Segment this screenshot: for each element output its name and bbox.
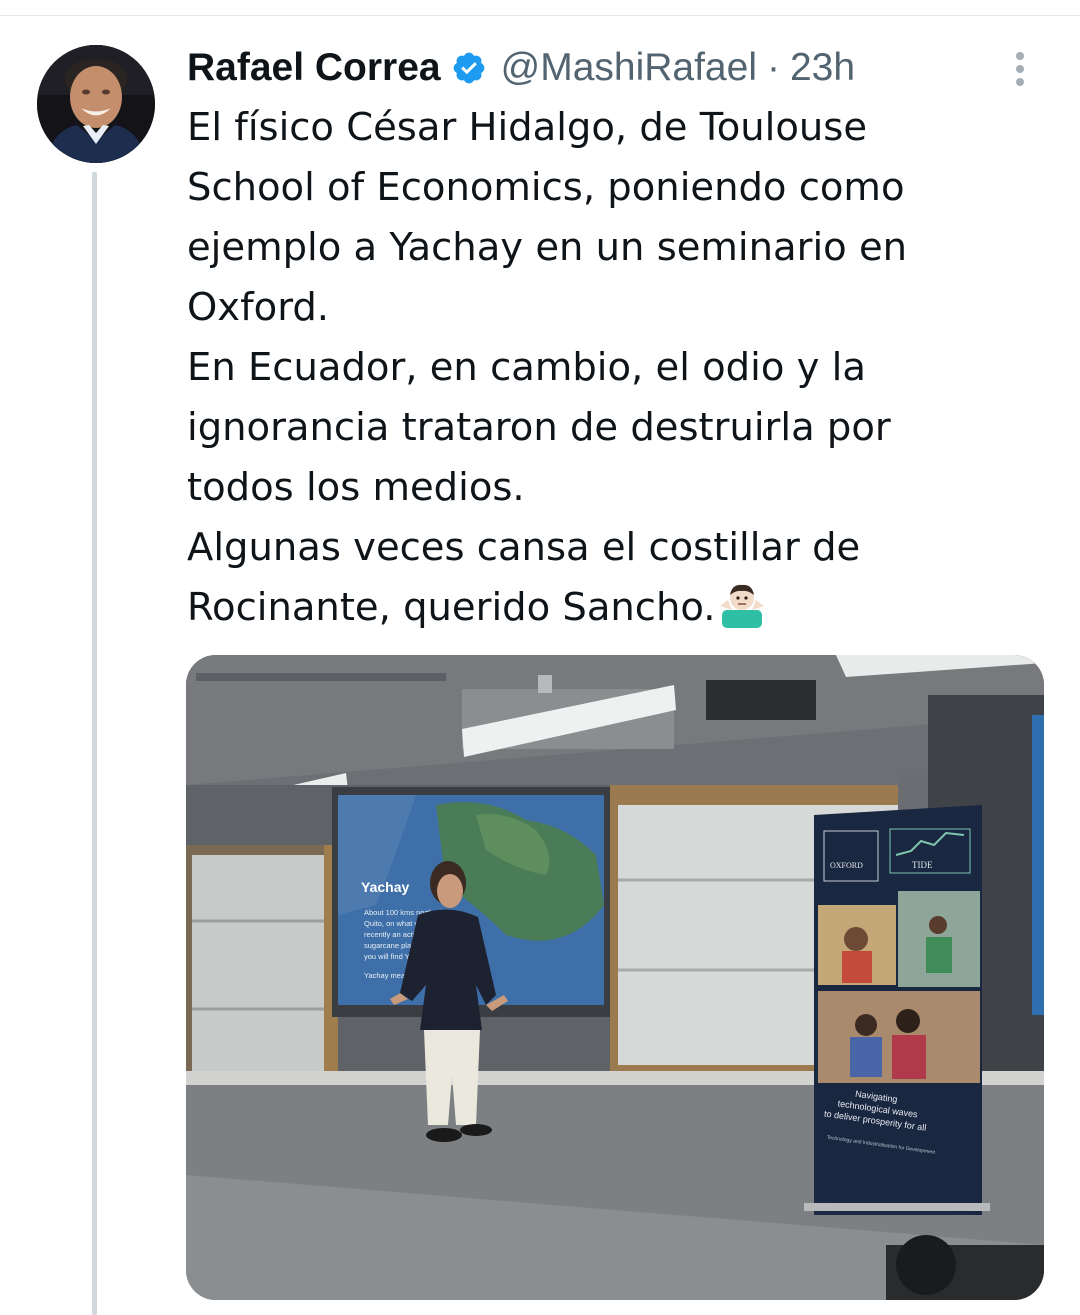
slide-title: Yachay <box>361 879 409 895</box>
author-display-name[interactable]: Rafael Correa <box>187 40 441 96</box>
tweet-timestamp[interactable]: 23h <box>790 40 855 96</box>
tweet-text-line: ejemplo a Yachay en un seminario en <box>187 225 908 270</box>
tweet-text-line: School of Economics, poniendo como <box>187 165 905 210</box>
tweet-text-line: Rocinante, querido Sancho. <box>187 585 716 630</box>
more-dot <box>1016 52 1024 60</box>
tweet-text-line: ignorancia trataron de destruirla por <box>187 405 891 450</box>
more-dot <box>1016 78 1024 86</box>
tweet-text-line: todos los medios. <box>187 465 525 510</box>
tweet-media-photo[interactable]: Yachay About 100 kms north of Quito, on … <box>186 655 1044 1300</box>
man-shrugging-emoji-icon <box>718 580 766 628</box>
tweet-text-line: Algunas veces cansa el costillar de <box>187 525 861 570</box>
tweet-text: El físico César Hidalgo, de Toulouse Sch… <box>187 98 987 638</box>
thread-connector-line <box>92 172 97 1315</box>
more-options-icon[interactable] <box>1003 46 1037 92</box>
tweet-text-line: Oxford. <box>187 285 330 330</box>
header-separator: · <box>766 46 780 89</box>
tweet-text-line: En Ecuador, en cambio, el odio y la <box>187 345 866 390</box>
tweet-text-last-line: Rocinante, querido Sancho. <box>187 578 987 638</box>
author-avatar[interactable] <box>37 45 155 163</box>
tweet-header: Rafael Correa @MashiRafael · 23h <box>187 40 855 96</box>
banner-logo-oxford: OXFORD <box>830 861 863 870</box>
verified-badge-icon <box>451 50 487 86</box>
more-dot <box>1016 65 1024 73</box>
top-divider <box>0 15 1080 16</box>
tweet-text-line: El físico César Hidalgo, de Toulouse <box>187 105 868 150</box>
author-handle[interactable]: @MashiRafael <box>501 40 757 96</box>
banner-logo-tide: TIDE <box>912 860 933 870</box>
